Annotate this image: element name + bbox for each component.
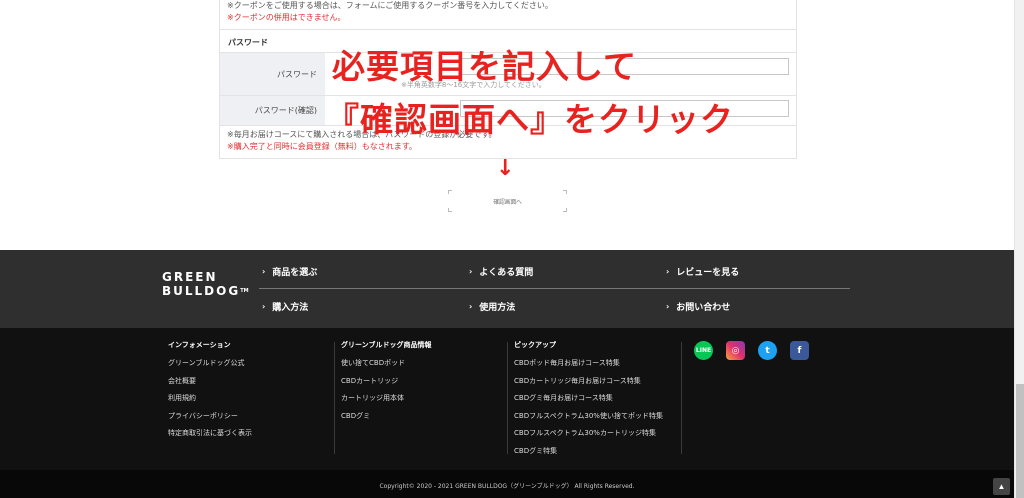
footer-link[interactable]: CBDグミ特集 — [514, 446, 663, 464]
footer-link[interactable]: CBDカートリッジ — [341, 376, 431, 394]
chevron-right-icon: › — [666, 302, 670, 311]
green-bulldog-logo[interactable]: GREEN BULLDOGTM — [162, 270, 249, 298]
copyright-bar: Copyright© 2020 - 2021 GREEN BULLDOG（グリー… — [0, 470, 1014, 498]
scrollbar-thumb[interactable] — [1016, 384, 1024, 498]
coupon-notes-box: ※クーポンをご使用する場合は、フォームにご使用するクーポン番号を入力してください… — [219, 0, 797, 30]
nav-link-label: 使用方法 — [479, 303, 516, 313]
footer-column-title: ピックアップ — [514, 341, 556, 349]
line-icon[interactable]: LINE — [694, 341, 713, 360]
twitter-icon[interactable]: t — [758, 341, 777, 360]
footer-link[interactable]: CBDグミ毎月お届けコース特集 — [514, 393, 663, 411]
footer-link[interactable]: 会社概要 — [168, 376, 252, 394]
button-corner — [563, 208, 567, 212]
nav-link-label: 商品を選ぶ — [272, 268, 318, 278]
footer-link[interactable]: CBDフルスペクトラム30%使い捨てポッド特集 — [514, 411, 663, 429]
chevron-right-icon: › — [262, 302, 266, 311]
footer-link[interactable]: CBDフルスペクトラム30%カートリッジ特集 — [514, 428, 663, 446]
nav-link-reviews[interactable]: › レビューを見る — [666, 265, 739, 278]
button-corner — [563, 190, 567, 194]
button-corner — [448, 208, 452, 212]
nav-link-faq[interactable]: › よくある質問 — [469, 265, 533, 278]
chevron-right-icon: › — [469, 267, 473, 276]
footer-link[interactable]: カートリッジ用本体 — [341, 393, 431, 411]
membership-note-auto-register: ※購入完了と同時に会員登録（無料）もなされます。 — [227, 142, 417, 151]
footer-column-information: インフォメーション グリーンブルドッグ公式 会社概要 利用規約 プライバシーポリ… — [168, 340, 252, 446]
footer-link[interactable]: CBDポッド毎月お届けコース特集 — [514, 358, 663, 376]
footer-column-separator — [334, 342, 335, 454]
logo-line2: BULLDOG — [162, 284, 241, 298]
footer-nav: GREEN BULLDOGTM › 商品を選ぶ › よくある質問 › レビューを… — [0, 250, 1014, 328]
nav-link-label: お問い合わせ — [676, 303, 731, 313]
footer-column-title: インフォメーション — [168, 341, 231, 349]
footer-column-separator — [507, 342, 508, 454]
nav-divider — [259, 288, 850, 289]
instruction-overlay-line2: 『確認画面へ』をクリック — [326, 100, 734, 139]
footer-column-title: グリーンブルドッグ商品情報 — [341, 341, 432, 349]
logo-line1: GREEN — [162, 270, 218, 284]
nav-link-label: よくある質問 — [479, 268, 534, 278]
chevron-right-icon: › — [262, 267, 266, 276]
footer-link[interactable]: プライバシーポリシー — [168, 411, 252, 429]
footer-link[interactable]: 利用規約 — [168, 393, 252, 411]
site-footer: インフォメーション グリーンブルドッグ公式 会社概要 利用規約 プライバシーポリ… — [0, 328, 1014, 470]
coupon-note-usage: ※クーポンをご使用する場合は、フォームにご使用するクーポン番号を入力してください… — [227, 1, 553, 10]
button-corner — [448, 190, 452, 194]
page-scrollbar[interactable] — [1014, 0, 1024, 498]
social-links: LINE ◎ t f — [694, 341, 822, 360]
down-arrow-icon: ↓ — [496, 156, 515, 181]
instagram-icon[interactable]: ◎ — [726, 341, 745, 360]
logo-tm: TM — [240, 288, 249, 294]
footer-link[interactable]: CBDカートリッジ毎月お届けコース特集 — [514, 376, 663, 394]
chevron-right-icon: › — [666, 267, 670, 276]
back-to-top-button[interactable]: ▲ — [993, 478, 1010, 495]
chevron-right-icon: › — [469, 302, 473, 311]
confirm-screen-button[interactable]: 確認画面へ — [448, 190, 567, 212]
footer-link[interactable]: CBDグミ — [341, 411, 431, 429]
facebook-icon[interactable]: f — [790, 341, 809, 360]
footer-link[interactable]: グリーンブルドッグ公式 — [168, 358, 252, 376]
instruction-overlay-line1: 必要項目を記入して — [332, 47, 638, 86]
nav-link-how-to-buy[interactable]: › 購入方法 — [262, 300, 308, 313]
footer-column-pickup: ピックアップ CBDポッド毎月お届けコース特集 CBDカートリッジ毎月お届けコー… — [514, 340, 663, 463]
nav-link-contact[interactable]: › お問い合わせ — [666, 300, 730, 313]
footer-link[interactable]: 特定商取引法に基づく表示 — [168, 428, 252, 446]
nav-link-label: レビューを見る — [676, 268, 740, 278]
footer-link[interactable]: 使い捨てCBDポッド — [341, 358, 431, 376]
nav-link-how-to-use[interactable]: › 使用方法 — [469, 300, 515, 313]
order-form-area: ※クーポンをご使用する場合は、フォームにご使用するクーポン番号を入力してください… — [0, 0, 1014, 250]
confirm-button-label: 確認画面へ — [493, 200, 522, 206]
nav-link-choose-product[interactable]: › 商品を選ぶ — [262, 265, 317, 278]
footer-column-products: グリーンブルドッグ商品情報 使い捨てCBDポッド CBDカートリッジ カートリッ… — [341, 340, 431, 428]
copyright-text: Copyright© 2020 - 2021 GREEN BULLDOG（グリー… — [379, 483, 635, 490]
footer-column-separator — [681, 342, 682, 454]
password-confirm-label: パスワード(確認) — [220, 96, 325, 125]
password-label: パスワード — [220, 53, 325, 95]
coupon-note-no-combination: ※クーポンの併用はできません。 — [227, 13, 346, 22]
nav-link-label: 購入方法 — [272, 303, 309, 313]
